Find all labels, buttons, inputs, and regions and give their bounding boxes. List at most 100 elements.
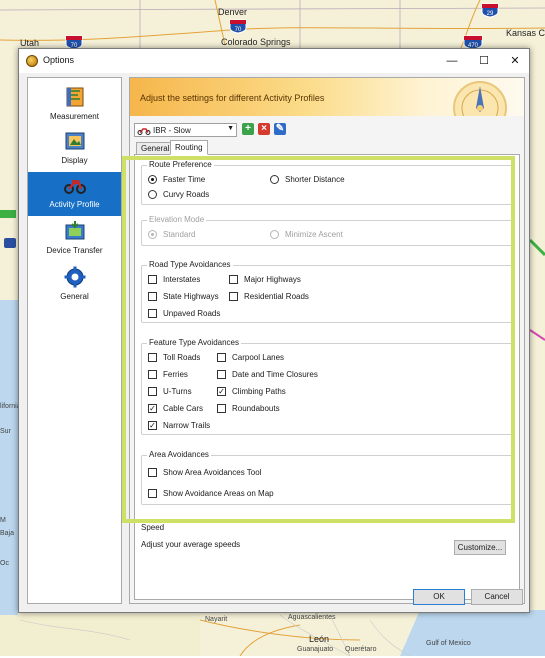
checkbox-date-time-closures[interactable]: Date and Time Closures bbox=[217, 370, 318, 380]
option-label: Major Highways bbox=[244, 275, 301, 284]
checkbox-cable-cars[interactable]: ✓ Cable Cars bbox=[148, 404, 204, 414]
app-icon bbox=[26, 55, 38, 67]
nav-item-general[interactable]: General bbox=[28, 264, 121, 308]
group-title: Elevation Mode bbox=[147, 215, 207, 224]
option-label: Unpaved Roads bbox=[163, 309, 221, 318]
radio-shorter-distance[interactable]: Shorter Distance bbox=[270, 175, 345, 185]
option-label: Curvy Roads bbox=[163, 190, 210, 199]
profile-dropdown[interactable]: IBR - Slow ▼ bbox=[134, 123, 237, 137]
map-label-utah: Utah bbox=[20, 38, 40, 48]
checkbox-indicator bbox=[148, 292, 157, 302]
checkbox-indicator bbox=[229, 275, 238, 285]
nav-item-display[interactable]: Display bbox=[28, 128, 121, 172]
checkbox-indicator bbox=[217, 353, 226, 363]
feature-type-avoidances-group: Feature Type Avoidances Toll Roads Carpo… bbox=[141, 338, 513, 435]
delete-profile-button[interactable]: × bbox=[258, 123, 270, 135]
option-label: Residential Roads bbox=[244, 292, 309, 301]
radio-indicator bbox=[148, 175, 157, 185]
radio-minimize-ascent[interactable]: Minimize Ascent bbox=[270, 230, 343, 240]
title-bar[interactable]: Options — ☐ ✕ bbox=[19, 49, 529, 73]
checkbox-show-area-avoidances-tool[interactable]: Show Area Avoidances Tool bbox=[148, 468, 261, 478]
checkbox-carpool-lanes[interactable]: Carpool Lanes bbox=[217, 353, 284, 363]
tab-routing[interactable]: Routing bbox=[170, 140, 208, 155]
cancel-button[interactable]: Cancel bbox=[471, 589, 523, 605]
checkbox-indicator: ✓ bbox=[148, 404, 157, 414]
checkbox-narrow-trails[interactable]: ✓ Narrow Trails bbox=[148, 421, 211, 431]
motorcycle-icon bbox=[137, 128, 151, 135]
checkbox-climbing-paths[interactable]: ✓ Climbing Paths bbox=[217, 387, 286, 397]
checkbox-indicator bbox=[148, 309, 157, 319]
compass-icon bbox=[453, 81, 507, 116]
group-title: Route Preference bbox=[147, 160, 214, 169]
maximize-button[interactable]: ☐ bbox=[469, 49, 499, 73]
speed-description: Adjust your average speeds bbox=[141, 540, 241, 549]
option-label: Interstates bbox=[163, 275, 201, 284]
checkbox-ferries[interactable]: Ferries bbox=[148, 370, 188, 380]
area-avoidances-group: Area Avoidances Show Area Avoidances Too… bbox=[141, 450, 513, 505]
nav-label: Measurement bbox=[50, 112, 99, 121]
checkbox-roundabouts[interactable]: Roundabouts bbox=[217, 404, 280, 414]
option-label: Ferries bbox=[163, 370, 188, 379]
nav-label: General bbox=[60, 292, 89, 301]
radio-indicator bbox=[148, 190, 157, 200]
checkbox-major-highways[interactable]: Major Highways bbox=[229, 275, 301, 285]
gear-icon bbox=[64, 266, 86, 288]
option-label: Minimize Ascent bbox=[285, 230, 343, 239]
map-label-colorado-springs: Colorado Springs bbox=[221, 37, 291, 47]
nav-item-activity-profile[interactable]: Activity Profile bbox=[28, 172, 121, 216]
checkbox-residential-roads[interactable]: Residential Roads bbox=[229, 292, 309, 302]
map-label-leon: León bbox=[309, 634, 330, 644]
radio-standard[interactable]: Standard bbox=[148, 230, 195, 240]
header-banner: Adjust the settings for different Activi… bbox=[130, 78, 524, 116]
edit-profile-button[interactable]: ✎ bbox=[274, 123, 286, 135]
add-profile-button[interactable]: + bbox=[242, 123, 254, 135]
checkbox-u-turns[interactable]: U-Turns bbox=[148, 387, 192, 397]
ok-button[interactable]: OK bbox=[413, 589, 465, 605]
nav-item-device-transfer[interactable]: Device Transfer bbox=[28, 218, 121, 262]
highway-shield-icon: 70 bbox=[229, 19, 247, 34]
svg-text:29: 29 bbox=[487, 11, 494, 17]
highway-shield-icon: 29 bbox=[481, 3, 499, 18]
radio-faster-time[interactable]: Faster Time bbox=[148, 175, 205, 185]
option-label: State Highways bbox=[163, 292, 219, 301]
customize-button[interactable]: Customize... bbox=[454, 540, 506, 555]
minimize-button[interactable]: — bbox=[437, 49, 467, 73]
checkbox-indicator bbox=[148, 275, 157, 285]
nav-item-measurement[interactable]: Measurement bbox=[28, 84, 121, 128]
checkbox-show-avoidance-areas-on-map[interactable]: Show Avoidance Areas on Map bbox=[148, 489, 274, 499]
window-title: Options bbox=[43, 55, 75, 65]
option-label: Toll Roads bbox=[163, 353, 201, 362]
checkbox-indicator: ✓ bbox=[217, 387, 226, 397]
close-button[interactable]: ✕ bbox=[500, 49, 530, 73]
motorcycle-icon bbox=[64, 180, 86, 194]
checkbox-toll-roads[interactable]: Toll Roads bbox=[148, 353, 201, 363]
option-label: Narrow Trails bbox=[163, 421, 211, 430]
checkbox-indicator bbox=[229, 292, 238, 302]
route-preference-group: Route Preference Faster Time Shorter Dis… bbox=[141, 160, 513, 205]
option-label: Climbing Paths bbox=[232, 387, 286, 396]
option-label: Shorter Distance bbox=[285, 175, 345, 184]
radio-indicator bbox=[148, 230, 157, 240]
nav-label: Device Transfer bbox=[46, 246, 103, 255]
checkbox-state-highways[interactable]: State Highways bbox=[148, 292, 219, 302]
map-label-nayarit: Nayarit bbox=[205, 616, 228, 623]
measurement-icon bbox=[66, 87, 84, 107]
group-title: Road Type Avoidances bbox=[147, 260, 233, 269]
map-label-m: M bbox=[0, 517, 6, 524]
checkbox-indicator: ✓ bbox=[148, 421, 157, 431]
checkbox-indicator bbox=[148, 489, 157, 499]
option-label: Cable Cars bbox=[163, 404, 204, 413]
radio-indicator bbox=[270, 230, 279, 240]
checkbox-indicator bbox=[217, 404, 226, 414]
checkbox-unpaved-roads[interactable]: Unpaved Roads bbox=[148, 309, 221, 319]
radio-indicator bbox=[270, 175, 279, 185]
map-label-oc: Oc bbox=[0, 560, 9, 567]
checkbox-interstates[interactable]: Interstates bbox=[148, 275, 201, 285]
map-label-gulf-of-mexico: Gulf of Mexico bbox=[426, 640, 471, 647]
radio-curvy-roads[interactable]: Curvy Roads bbox=[148, 190, 210, 200]
nav-label: Display bbox=[61, 156, 88, 165]
map-label-guanajuato: Guanajuato bbox=[297, 646, 334, 653]
road-type-avoidances-group: Road Type Avoidances Interstates Major H… bbox=[141, 260, 513, 323]
map-label-queretaro: Querétaro bbox=[345, 646, 377, 653]
map-label-baja: Baja bbox=[0, 530, 15, 537]
